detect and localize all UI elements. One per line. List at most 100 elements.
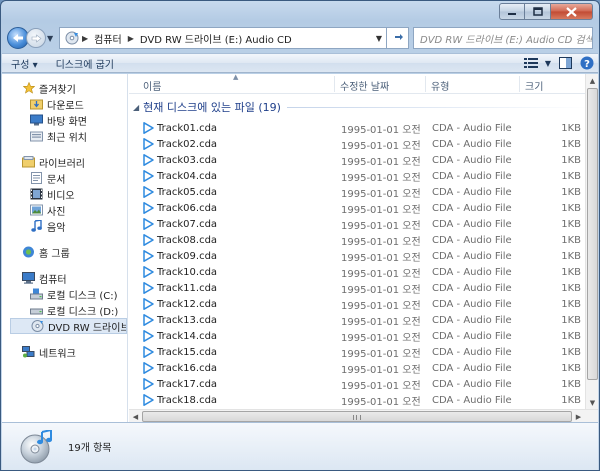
file-row[interactable]: Track17.cda 1995-01-01 오전 12:00 CDA - Audi… [129, 376, 585, 392]
file-type: CDA - Audio File [432, 122, 512, 134]
horizontal-scrollbar[interactable]: ◀ ▶ [129, 409, 598, 422]
nav-downloads[interactable]: 다운로드 [2, 96, 127, 112]
group-header[interactable]: ◢ 현재 디스크에 있는 파일 (19) [133, 98, 590, 116]
file-row[interactable]: Track01.cda 1995-01-01 오전 12:00 CDA - Audi… [129, 120, 585, 136]
file-row[interactable]: Track03.cda 1995-01-01 오전 12:00 CDA - Audi… [129, 152, 585, 168]
search-placeholder: DVD RW 드라이브 (E:) Audio CD 검색 [420, 34, 593, 46]
file-row[interactable]: Track09.cda 1995-01-01 오전 12:00 CDA - Audi… [129, 248, 585, 264]
hard-drive-icon [30, 304, 43, 316]
maximize-button[interactable] [525, 3, 551, 20]
file-row[interactable]: Track08.cda 1995-01-01 오전 12:00 CDA - Audi… [129, 232, 585, 248]
details-pane: 19개 항목 [2, 422, 598, 470]
scroll-left-icon[interactable]: ◀ [129, 410, 142, 422]
network-icon [22, 346, 35, 358]
file-row[interactable]: Track05.cda 1995-01-01 오전 12:00 CDA - Audi… [129, 184, 585, 200]
preview-pane-button[interactable] [554, 54, 576, 72]
file-row[interactable]: Track06.cda 1995-01-01 오전 12:00 CDA - Audi… [129, 200, 585, 216]
file-type: CDA - Audio File [432, 234, 512, 246]
horizontal-scroll-thumb[interactable] [142, 411, 572, 422]
breadcrumb-separator-icon[interactable]: ▶ [80, 34, 90, 43]
nav-pictures[interactable]: 사진 [2, 202, 127, 218]
nav-libraries[interactable]: 라이브러리 [2, 154, 127, 170]
file-row[interactable]: Track04.cda 1995-01-01 오전 12:00 CDA - Audi… [129, 168, 585, 184]
file-size: 1KB [561, 378, 581, 390]
nav-homegroup[interactable]: 홈 그룹 [2, 244, 127, 260]
file-type: CDA - Audio File [432, 378, 512, 390]
file-row[interactable]: Track14.cda 1995-01-01 오전 12:00 CDA - Audi… [129, 328, 585, 344]
file-type: CDA - Audio File [432, 362, 512, 374]
file-date: 1995-01-01 오전 12:00 [341, 236, 423, 248]
forward-button[interactable] [26, 28, 46, 48]
search-input[interactable]: DVD RW 드라이브 (E:) Audio CD 검색 [413, 27, 593, 49]
file-row[interactable]: Track15.cda 1995-01-01 오전 12:00 CDA - Audi… [129, 344, 585, 360]
column-size[interactable]: 크기 [525, 78, 543, 93]
file-size: 1KB [561, 202, 581, 214]
nav-local-disk-d[interactable]: 로컬 디스크 (D:) [2, 302, 127, 318]
file-size: 1KB [561, 154, 581, 166]
file-type: CDA - Audio File [432, 314, 512, 326]
column-name[interactable]: 이름 [143, 78, 161, 93]
refresh-button[interactable] [387, 27, 409, 49]
nav-dvd-drive[interactable]: DVD RW 드라이브 (E:) [10, 318, 127, 334]
recent-pages-dropdown[interactable]: ▼ [47, 34, 57, 43]
scroll-right-icon[interactable]: ▶ [572, 410, 585, 422]
vertical-scrollbar[interactable]: ▲ ▼ [585, 74, 598, 409]
nav-documents-label: 문서 [47, 174, 66, 186]
nav-documents[interactable]: 문서 [2, 170, 127, 186]
burn-to-disc-button[interactable]: 디스크에 굽기 [47, 56, 123, 71]
file-row[interactable]: Track13.cda 1995-01-01 오전 12:00 CDA - Audi… [129, 312, 585, 328]
nav-network[interactable]: 네트워크 [2, 344, 127, 360]
scroll-up-icon[interactable]: ▲ [586, 74, 598, 87]
sort-ascending-icon: ▲ [233, 74, 239, 81]
column-date-modified[interactable]: 수정한 날짜 [340, 78, 389, 93]
nav-computer[interactable]: 컴퓨터 [2, 270, 127, 286]
audio-track-icon [143, 362, 154, 374]
address-dropdown-icon[interactable]: ▼ [372, 34, 386, 43]
audio-track-icon [143, 138, 154, 150]
file-row[interactable]: Track02.cda 1995-01-01 오전 12:00 CDA - Audi… [129, 136, 585, 152]
refresh-icon [394, 34, 403, 40]
arrow-left-icon [13, 34, 23, 42]
nav-music-label: 음악 [47, 222, 66, 234]
nav-local-disk-c[interactable]: 로컬 디스크 (C:) [2, 286, 127, 302]
file-row[interactable]: Track11.cda 1995-01-01 오전 12:00 CDA - Audi… [129, 280, 585, 296]
file-size: 1KB [561, 218, 581, 230]
column-type[interactable]: 유형 [431, 78, 449, 93]
file-row[interactable]: Track12.cda 1995-01-01 오전 12:00 CDA - Audi… [129, 296, 585, 312]
file-type: CDA - Audio File [432, 298, 512, 310]
file-name: Track01.cda [157, 122, 218, 134]
file-type: CDA - Audio File [432, 282, 512, 294]
file-name: Track10.cda [157, 266, 218, 278]
minimize-button[interactable] [499, 3, 525, 20]
nav-music[interactable]: 음악 [2, 218, 127, 234]
breadcrumb-computer[interactable]: 컴퓨터 [90, 31, 126, 46]
file-row[interactable]: Track16.cda 1995-01-01 오전 12:00 CDA - Audi… [129, 360, 585, 376]
address-bar[interactable]: ▶ 컴퓨터 ▶ DVD RW 드라이브 (E:) Audio CD ▼ [59, 27, 387, 49]
toolbar-right: ▼ ? [520, 54, 598, 72]
homegroup-icon [22, 246, 35, 258]
breadcrumb-separator-icon[interactable]: ▶ [126, 34, 136, 43]
collapse-arrow-icon[interactable]: ◢ [133, 103, 139, 112]
help-button[interactable]: ? [576, 54, 598, 72]
vertical-scroll-thumb[interactable] [587, 88, 598, 380]
organize-button[interactable]: 구성 ▾ [2, 56, 47, 71]
file-row[interactable]: Track07.cda 1995-01-01 오전 12:00 CDA - Audi… [129, 216, 585, 232]
content-area: 즐겨찾기 다운로드 바탕 화면 최근 위치 라이브러리 문서 비디오 사진 음악… [2, 74, 598, 422]
file-name: Track08.cda [157, 234, 218, 246]
nav-videos[interactable]: 비디오 [2, 186, 127, 202]
audio-track-icon [143, 202, 154, 214]
nav-favorites[interactable]: 즐겨찾기 [2, 80, 127, 96]
file-row[interactable]: Track10.cda 1995-01-01 오전 12:00 CDA - Audi… [129, 264, 585, 280]
audio-track-icon [143, 218, 154, 230]
change-view-button[interactable] [520, 54, 542, 72]
close-button[interactable] [551, 3, 593, 20]
recent-places-icon [30, 130, 43, 142]
view-dropdown-icon[interactable]: ▼ [542, 54, 554, 72]
file-row[interactable]: Track18.cda 1995-01-01 오전 12:00 CDA - Audi… [129, 392, 585, 408]
nav-recent-places[interactable]: 최근 위치 [2, 128, 127, 144]
file-name: Track03.cda [157, 154, 218, 166]
breadcrumb-dvd-drive[interactable]: DVD RW 드라이브 (E:) Audio CD [136, 31, 296, 46]
scroll-down-icon[interactable]: ▼ [586, 396, 598, 409]
file-date: 1995-01-01 오전 12:00 [341, 268, 423, 280]
nav-desktop[interactable]: 바탕 화면 [2, 112, 127, 128]
